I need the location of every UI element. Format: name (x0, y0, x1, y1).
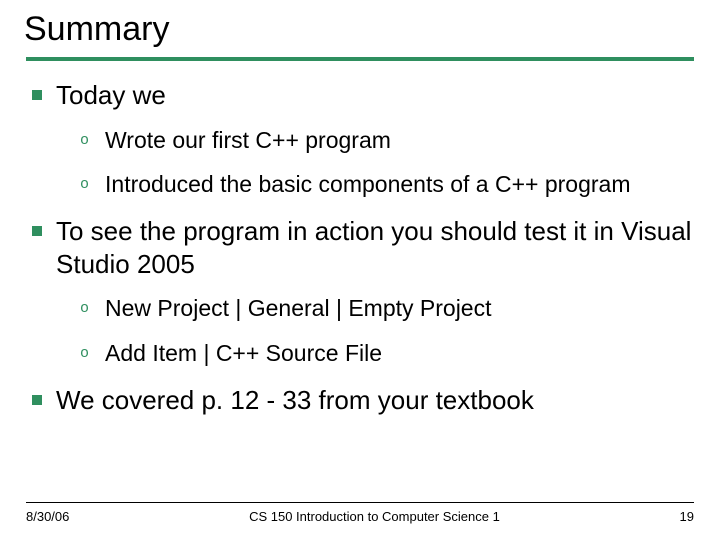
square-bullet-icon (32, 226, 42, 236)
sublist: o New Project | General | Empty Project … (80, 294, 694, 368)
list-item: o New Project | General | Empty Project (80, 294, 694, 323)
title-rule (26, 57, 694, 61)
square-bullet-icon (32, 395, 42, 405)
list-item: o Introduced the basic components of a C… (80, 170, 694, 199)
square-bullet-icon (32, 90, 42, 100)
slide-title: Summary (24, 10, 694, 49)
sublist: o Wrote our first C++ program o Introduc… (80, 126, 694, 200)
slide: Summary Today we o Wrote our first C++ p… (0, 0, 720, 540)
list-item: Today we (32, 79, 694, 112)
list-item-text: We covered p. 12 - 33 from your textbook (56, 384, 534, 417)
circle-bullet-icon: o (80, 133, 89, 148)
list-item: o Wrote our first C++ program (80, 126, 694, 155)
footer: 8/30/06 CS 150 Introduction to Computer … (26, 502, 694, 524)
footer-course: CS 150 Introduction to Computer Science … (69, 509, 679, 524)
footer-date: 8/30/06 (26, 509, 69, 524)
circle-bullet-icon: o (80, 346, 89, 361)
list-item-text: Introduced the basic components of a C++… (105, 170, 630, 199)
footer-page: 19 (680, 509, 694, 524)
circle-bullet-icon: o (80, 177, 89, 192)
list-item-text: To see the program in action you should … (56, 215, 694, 280)
content-area: Today we o Wrote our first C++ program o… (26, 79, 694, 416)
list-item: o Add Item | C++ Source File (80, 339, 694, 368)
footer-row: 8/30/06 CS 150 Introduction to Computer … (26, 509, 694, 524)
list-item-text: Today we (56, 79, 166, 112)
list-item: To see the program in action you should … (32, 215, 694, 280)
footer-rule (26, 502, 694, 503)
list-item-text: Wrote our first C++ program (105, 126, 391, 155)
list-item-text: Add Item | C++ Source File (105, 339, 382, 368)
circle-bullet-icon: o (80, 301, 89, 316)
list-item: We covered p. 12 - 33 from your textbook (32, 384, 694, 417)
list-item-text: New Project | General | Empty Project (105, 294, 491, 323)
